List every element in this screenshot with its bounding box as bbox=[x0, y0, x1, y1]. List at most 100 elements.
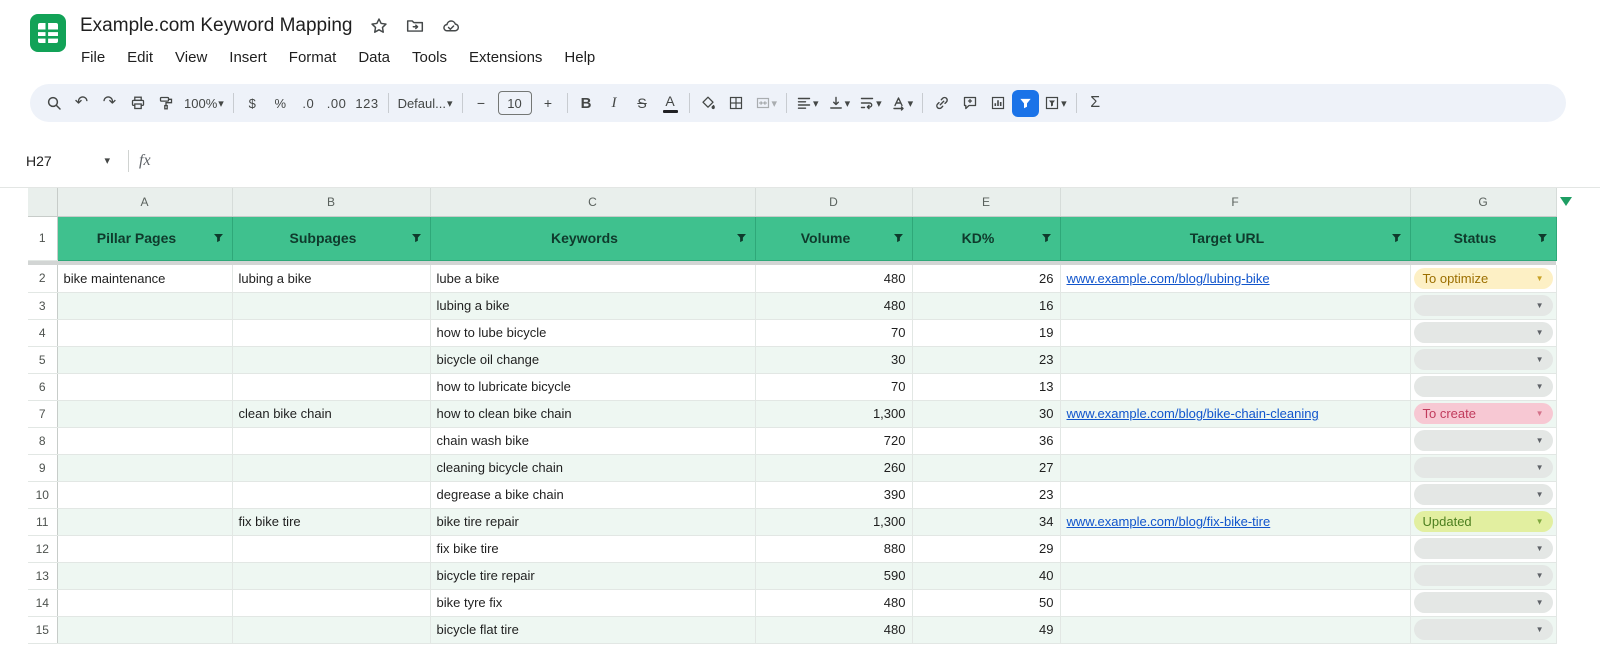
select-all-corner[interactable] bbox=[28, 188, 57, 216]
cell-E8[interactable]: 36 bbox=[912, 427, 1060, 454]
row-header-6[interactable]: 6 bbox=[28, 373, 57, 400]
cell-F11[interactable]: www.example.com/blog/fix-bike-tire bbox=[1060, 508, 1410, 535]
cell-G6[interactable]: ▼ bbox=[1410, 373, 1556, 400]
target-url-link[interactable]: www.example.com/blog/bike-chain-cleaning bbox=[1067, 406, 1319, 421]
cell-G5[interactable]: ▼ bbox=[1410, 346, 1556, 373]
increase-decimal-button[interactable]: .00 bbox=[323, 90, 351, 117]
cell-C14[interactable]: bike tyre fix bbox=[430, 589, 755, 616]
menu-help[interactable]: Help bbox=[553, 46, 606, 69]
cell-E5[interactable]: 23 bbox=[912, 346, 1060, 373]
status-chip[interactable]: ▼ bbox=[1414, 430, 1553, 451]
cell-B8[interactable] bbox=[232, 427, 430, 454]
increase-font-size-button[interactable]: + bbox=[535, 90, 562, 117]
cell-C12[interactable]: fix bike tire bbox=[430, 535, 755, 562]
cell-D12[interactable]: 880 bbox=[755, 535, 912, 562]
status-chip[interactable]: ▼ bbox=[1414, 349, 1553, 370]
cell-F4[interactable] bbox=[1060, 319, 1410, 346]
cell-G4[interactable]: ▼ bbox=[1410, 319, 1556, 346]
cell-F7[interactable]: www.example.com/blog/bike-chain-cleaning bbox=[1060, 400, 1410, 427]
cell-E13[interactable]: 40 bbox=[912, 562, 1060, 589]
cell-D13[interactable]: 590 bbox=[755, 562, 912, 589]
cell-C3[interactable]: lubing a bike bbox=[430, 292, 755, 319]
status-chip[interactable]: ▼ bbox=[1414, 565, 1553, 586]
cell-C15[interactable]: bicycle flat tire bbox=[430, 616, 755, 643]
column-header-B[interactable]: B bbox=[232, 188, 430, 216]
cell-F10[interactable] bbox=[1060, 481, 1410, 508]
cell-B12[interactable] bbox=[232, 535, 430, 562]
status-chip[interactable]: ▼ bbox=[1414, 484, 1553, 505]
cell-A10[interactable] bbox=[57, 481, 232, 508]
row-header-7[interactable]: 7 bbox=[28, 400, 57, 427]
cell-C4[interactable]: how to lube bicycle bbox=[430, 319, 755, 346]
cell-F5[interactable] bbox=[1060, 346, 1410, 373]
fill-color-button[interactable] bbox=[695, 90, 722, 117]
cell-D3[interactable]: 480 bbox=[755, 292, 912, 319]
cell-E12[interactable]: 29 bbox=[912, 535, 1060, 562]
cell-D5[interactable]: 30 bbox=[755, 346, 912, 373]
percent-format-button[interactable]: % bbox=[267, 90, 294, 117]
cell-A9[interactable] bbox=[57, 454, 232, 481]
zoom-control[interactable]: 100%▾ bbox=[180, 90, 228, 117]
cell-G14[interactable]: ▼ bbox=[1410, 589, 1556, 616]
cell-D8[interactable]: 720 bbox=[755, 427, 912, 454]
row-header-5[interactable]: 5 bbox=[28, 346, 57, 373]
cell-D11[interactable]: 1,300 bbox=[755, 508, 912, 535]
filter-icon[interactable] bbox=[892, 232, 905, 245]
cell-G7[interactable]: To create▼ bbox=[1410, 400, 1556, 427]
menu-format[interactable]: Format bbox=[278, 46, 348, 69]
cell-C8[interactable]: chain wash bike bbox=[430, 427, 755, 454]
status-chip[interactable]: Updated▼ bbox=[1414, 511, 1553, 532]
cell-G3[interactable]: ▼ bbox=[1410, 292, 1556, 319]
cell-C11[interactable]: bike tire repair bbox=[430, 508, 755, 535]
sheets-logo[interactable] bbox=[28, 13, 68, 53]
filter-views-button[interactable]: ▾ bbox=[1040, 90, 1071, 117]
cell-A15[interactable] bbox=[57, 616, 232, 643]
column-header-D[interactable]: D bbox=[755, 188, 912, 216]
row-header-8[interactable]: 8 bbox=[28, 427, 57, 454]
cell-G13[interactable]: ▼ bbox=[1410, 562, 1556, 589]
cell-F14[interactable] bbox=[1060, 589, 1410, 616]
cell-F8[interactable] bbox=[1060, 427, 1410, 454]
cell-B15[interactable] bbox=[232, 616, 430, 643]
cell-C7[interactable]: how to clean bike chain bbox=[430, 400, 755, 427]
filter-icon[interactable] bbox=[1040, 232, 1053, 245]
functions-button[interactable]: Σ bbox=[1082, 90, 1109, 117]
header-cell-E1[interactable]: KD% bbox=[912, 216, 1060, 260]
cell-E3[interactable]: 16 bbox=[912, 292, 1060, 319]
insert-comment-button[interactable] bbox=[956, 90, 983, 117]
redo-button[interactable]: ↷ bbox=[96, 90, 123, 117]
row-header-2[interactable]: 2 bbox=[28, 265, 57, 292]
cell-E2[interactable]: 26 bbox=[912, 265, 1060, 292]
bold-button[interactable]: B bbox=[573, 90, 600, 117]
cell-C2[interactable]: lube a bike bbox=[430, 265, 755, 292]
cell-F12[interactable] bbox=[1060, 535, 1410, 562]
cell-B9[interactable] bbox=[232, 454, 430, 481]
insert-chart-button[interactable] bbox=[984, 90, 1011, 117]
filter-icon[interactable] bbox=[1536, 232, 1549, 245]
cell-F13[interactable] bbox=[1060, 562, 1410, 589]
header-cell-B1[interactable]: Subpages bbox=[232, 216, 430, 260]
menu-view[interactable]: View bbox=[164, 46, 218, 69]
header-cell-G1[interactable]: Status bbox=[1410, 216, 1556, 260]
row-header-14[interactable]: 14 bbox=[28, 589, 57, 616]
cell-D4[interactable]: 70 bbox=[755, 319, 912, 346]
row-header-12[interactable]: 12 bbox=[28, 535, 57, 562]
cell-E6[interactable]: 13 bbox=[912, 373, 1060, 400]
status-chip[interactable]: ▼ bbox=[1414, 376, 1553, 397]
cell-D7[interactable]: 1,300 bbox=[755, 400, 912, 427]
text-wrap-button[interactable]: ▾ bbox=[855, 90, 886, 117]
menu-file[interactable]: File bbox=[80, 46, 116, 69]
status-chip[interactable]: ▼ bbox=[1414, 295, 1553, 316]
cell-A12[interactable] bbox=[57, 535, 232, 562]
document-title[interactable]: Example.com Keyword Mapping bbox=[80, 15, 352, 37]
column-header-F[interactable]: F bbox=[1060, 188, 1410, 216]
menu-extensions[interactable]: Extensions bbox=[458, 46, 553, 69]
cell-C10[interactable]: degrease a bike chain bbox=[430, 481, 755, 508]
filter-icon[interactable] bbox=[212, 232, 225, 245]
cell-B2[interactable]: lubing a bike bbox=[232, 265, 430, 292]
column-header-G[interactable]: G bbox=[1410, 188, 1556, 216]
status-chip[interactable]: ▼ bbox=[1414, 322, 1553, 343]
cell-F9[interactable] bbox=[1060, 454, 1410, 481]
name-box[interactable]: H27 ▾ bbox=[14, 153, 118, 169]
cell-A6[interactable] bbox=[57, 373, 232, 400]
